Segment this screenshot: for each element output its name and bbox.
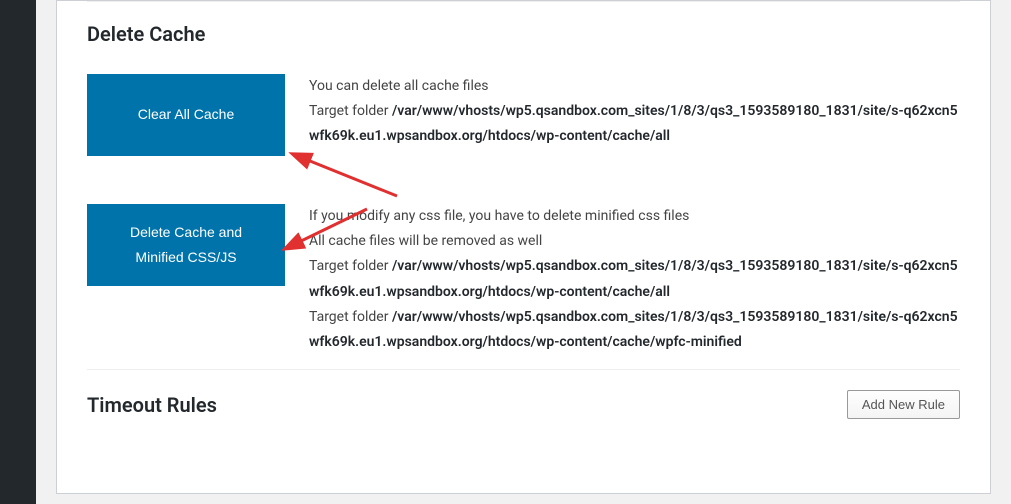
admin-sidebar xyxy=(0,0,36,504)
delete-minified-description: If you modify any css file, you have to … xyxy=(285,204,960,355)
target-folder-path-2: /var/www/vhosts/wp5.qsandbox.com_sites/1… xyxy=(309,309,958,350)
clear-all-cache-label: Clear All Cache xyxy=(138,102,235,127)
delete-minified-label-1: Delete Cache and xyxy=(130,220,242,245)
add-new-rule-button[interactable]: Add New Rule xyxy=(847,390,960,419)
minified-desc-1: If you modify any css file, you have to … xyxy=(309,204,960,229)
timeout-rules-title: Timeout Rules xyxy=(87,393,217,417)
clear-all-target-line: Target folder /var/www/vhosts/wp5.qsandb… xyxy=(309,99,960,149)
delete-cache-title: Delete Cache xyxy=(57,2,990,56)
delete-minified-label-2: Minified CSS/JS xyxy=(135,245,236,270)
timeout-rules-section: Timeout Rules Add New Rule xyxy=(57,370,990,429)
clear-all-cache-button[interactable]: Clear All Cache xyxy=(87,74,285,156)
main-content-area: Delete Cache Clear All Cache You can del… xyxy=(36,0,1011,504)
clear-all-desc-text: You can delete all cache files xyxy=(309,74,960,99)
delete-cache-minified-button[interactable]: Delete Cache and Minified CSS/JS xyxy=(87,204,285,286)
target-folder-path: /var/www/vhosts/wp5.qsandbox.com_sites/1… xyxy=(309,103,958,144)
clear-all-cache-row: Clear All Cache You can delete all cache… xyxy=(57,56,990,186)
target-folder-label-1: Target folder xyxy=(309,258,388,274)
minified-desc-2: All cache files will be removed as well xyxy=(309,229,960,254)
clear-all-description: You can delete all cache files Target fo… xyxy=(285,74,960,150)
settings-panel: Delete Cache Clear All Cache You can del… xyxy=(56,0,991,494)
minified-target-line-1: Target folder /var/www/vhosts/wp5.qsandb… xyxy=(309,254,960,304)
target-folder-label: Target folder xyxy=(309,103,388,119)
target-folder-path-1: /var/www/vhosts/wp5.qsandbox.com_sites/1… xyxy=(309,258,958,299)
delete-minified-row: Delete Cache and Minified CSS/JS If you … xyxy=(57,186,990,355)
target-folder-label-2: Target folder xyxy=(309,309,388,325)
minified-target-line-2: Target folder /var/www/vhosts/wp5.qsandb… xyxy=(309,305,960,355)
